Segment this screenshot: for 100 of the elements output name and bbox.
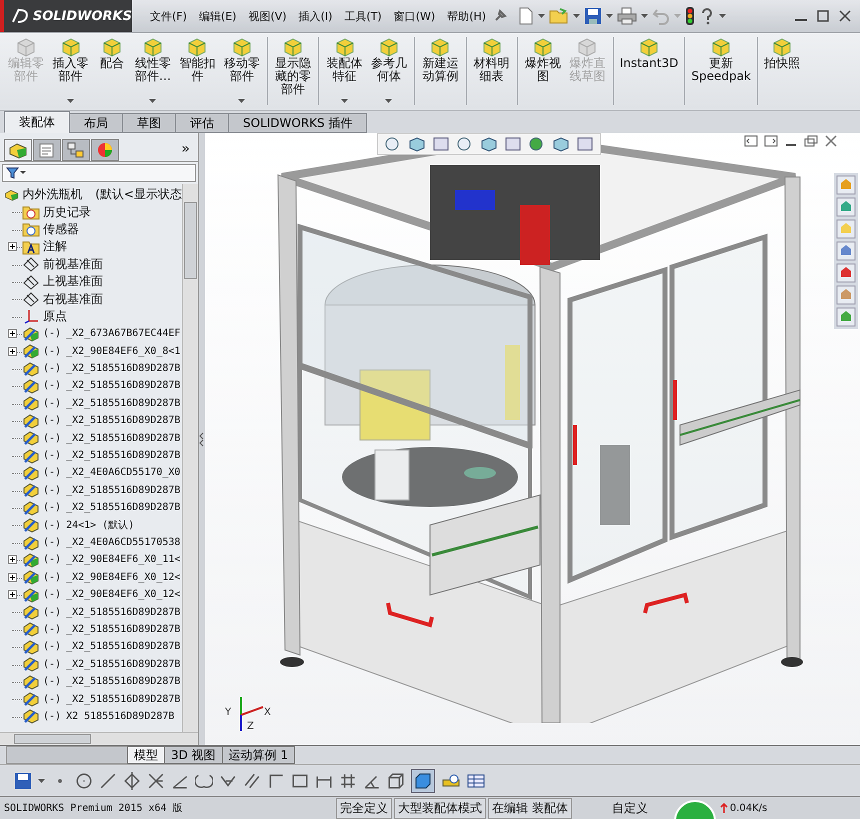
tree-item[interactable]: _X2_5185516D89D287B <box>66 484 180 496</box>
command-button[interactable]: 智能扣件 <box>175 37 220 105</box>
tree-item[interactable]: 内外洗瓶机 <box>22 186 82 204</box>
tree-item[interactable]: _X2_5185516D89D287B <box>66 641 180 652</box>
expand-toggle-icon[interactable] <box>8 329 17 338</box>
command-button[interactable]: 更新Speedpak <box>684 37 754 105</box>
caret-icon[interactable] <box>38 778 45 782</box>
tree-item[interactable]: 右视基准面 <box>43 290 103 308</box>
line-icon[interactable] <box>99 772 117 790</box>
close-icon[interactable] <box>824 135 838 147</box>
expand-toggle-icon[interactable] <box>8 346 17 356</box>
tree-item[interactable]: 原点 <box>43 308 67 325</box>
command-tab[interactable]: 评估 <box>175 113 229 133</box>
save-icon[interactable] <box>584 7 602 25</box>
command-button[interactable]: Instant3D <box>612 37 682 105</box>
panel-tab[interactable] <box>91 139 119 161</box>
tree-item[interactable]: _X2_5185516D89D287B <box>66 398 180 409</box>
menu-item[interactable]: 帮助(H) <box>441 8 492 24</box>
tree-item[interactable]: 历史记录 <box>43 204 91 221</box>
caret-icon[interactable] <box>538 14 546 18</box>
expand-toggle-icon[interactable] <box>8 590 17 599</box>
tree-item[interactable]: _X2_5185516D89D287B <box>66 380 180 392</box>
tree-item[interactable]: 前视基准面 <box>43 256 103 273</box>
menu-item[interactable]: 文件(F) <box>144 8 193 24</box>
command-button[interactable]: 显示隐藏的零部件 <box>266 37 316 105</box>
tree-item[interactable]: _X2_5185516D89D287B <box>66 606 180 618</box>
table-icon[interactable] <box>467 772 485 788</box>
expand-toggle-icon[interactable] <box>8 242 17 252</box>
measure-icon[interactable] <box>441 772 461 790</box>
panel-tab[interactable] <box>62 139 90 161</box>
new-document-icon[interactable] <box>518 7 534 25</box>
expand-toggle-icon[interactable] <box>8 572 17 582</box>
trim-icon[interactable] <box>147 772 165 790</box>
tree-item[interactable]: 传感器 <box>43 220 79 238</box>
command-tab[interactable]: SOLIDWORKS 插件 <box>228 113 368 133</box>
tree-item[interactable]: 上视基准面 <box>43 273 103 290</box>
menu-item[interactable]: 视图(V) <box>242 8 293 24</box>
expand-toggle-icon[interactable] <box>8 555 17 564</box>
vertical-scrollbar[interactable] <box>182 184 198 732</box>
panel-tab[interactable] <box>33 139 61 161</box>
view-tab[interactable]: 3D 视图 <box>164 746 223 764</box>
tree-item[interactable]: _X2_90E84EF6_X0_11< <box>66 554 180 566</box>
command-button[interactable]: 插入零部件 <box>48 37 93 105</box>
tree-item[interactable]: _X2_5185516D89D287B <box>66 624 180 635</box>
panel-tab[interactable] <box>4 139 32 161</box>
menu-item[interactable]: 编辑(E) <box>192 8 242 24</box>
command-button[interactable]: 装配体特征 <box>318 37 367 105</box>
tree-item[interactable]: _X2_5185516D89D287B <box>66 694 180 705</box>
command-button[interactable]: 材料明细表 <box>466 37 514 105</box>
tree-item[interactable]: _X2_673A67B67EC44EF <box>66 328 180 340</box>
command-tab[interactable]: 装配体 <box>4 111 70 133</box>
tree-item[interactable]: _X2_5185516D89D287B <box>66 415 180 426</box>
command-button[interactable]: 爆炸视图 <box>516 37 566 105</box>
printer-icon[interactable] <box>617 7 638 25</box>
tree-item[interactable]: _X2_90E84EF6_X0_8<1 <box>66 346 180 357</box>
expand-panel-button[interactable]: » <box>177 141 194 161</box>
tree-item[interactable]: X2 5185516D89D287B <box>66 710 174 722</box>
view-tab[interactable]: 运动算例 1 <box>222 746 296 764</box>
horizontal-scrollbar[interactable] <box>0 732 198 745</box>
restore-icon[interactable] <box>804 135 818 147</box>
grid-icon[interactable] <box>339 772 357 790</box>
caret-icon[interactable] <box>67 99 74 103</box>
command-tab[interactable]: 草图 <box>122 113 176 133</box>
caret-icon[interactable] <box>149 99 156 103</box>
offset-icon[interactable] <box>243 772 261 790</box>
tile-left-icon[interactable] <box>744 135 758 147</box>
tree-item[interactable]: 注解 <box>43 238 67 256</box>
command-button[interactable]: 配合 <box>92 37 131 105</box>
caret-icon[interactable] <box>641 14 648 18</box>
rectangle-icon[interactable] <box>291 772 309 790</box>
tree-item[interactable]: _X2_4E0A6CD55170538 <box>66 537 180 548</box>
traffic-light-icon[interactable] <box>685 6 696 26</box>
tile-right-icon[interactable] <box>764 135 778 147</box>
menu-item[interactable]: 工具(T) <box>338 8 388 24</box>
unit-system[interactable]: 自定义 <box>590 800 670 816</box>
command-button[interactable]: 移动零部件 <box>220 37 264 105</box>
command-button[interactable]: 线性零部件… <box>130 37 176 105</box>
tree-item[interactable]: _X2_90E84EF6_X0_12< <box>66 589 180 600</box>
menu-item[interactable]: 窗口(W) <box>388 8 442 24</box>
corner-icon[interactable] <box>267 772 285 790</box>
command-button[interactable]: 新建运动算例 <box>414 37 463 105</box>
caret-icon[interactable] <box>341 99 348 103</box>
caret-icon[interactable] <box>573 14 580 18</box>
tree-item[interactable]: _X2_5185516D89D287B <box>66 658 180 670</box>
command-tab[interactable]: 布局 <box>69 113 123 133</box>
caret-icon[interactable] <box>606 14 614 18</box>
tree-item[interactable]: _X2_5185516D89D287B <box>66 502 180 514</box>
tree-item[interactable]: _X2_5185516D89D287B <box>66 363 180 374</box>
shaded-cube-icon[interactable] <box>411 768 435 792</box>
tree-item[interactable]: _X2_5185516D89D287B <box>66 450 180 462</box>
tree-item[interactable]: _X2_5185516D89D287B <box>66 432 180 444</box>
tree-item[interactable]: _X2_90E84EF6_X0_12< <box>66 572 180 583</box>
filter-field[interactable] <box>2 164 196 182</box>
tree-item[interactable]: 24<1> (默认) <box>66 518 134 532</box>
command-button[interactable]: 拍快照 <box>756 37 803 105</box>
save-icon[interactable] <box>14 772 32 790</box>
wireframe-cube-icon[interactable] <box>387 772 405 790</box>
menu-item[interactable]: 插入(I) <box>292 8 338 24</box>
tree-item[interactable]: _X2_4E0A6CD55170_X0 <box>66 467 180 478</box>
tree-item[interactable]: _X2_5185516D89D287B <box>66 676 180 688</box>
